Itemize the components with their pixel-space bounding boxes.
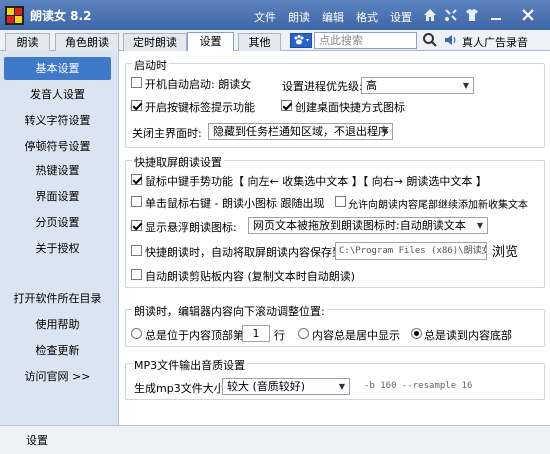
close-action-select[interactable]: 隐藏到任务栏通知区域，不退出程序 ▼ <box>208 123 393 140</box>
settings-gear-icon[interactable] <box>443 7 459 23</box>
priority-select[interactable]: 高 ▼ <box>361 77 474 94</box>
desktop-shortcut-checkbox[interactable] <box>281 100 292 111</box>
menu-settings[interactable]: 设置 <box>390 9 412 25</box>
chevron-down-icon: ▼ <box>462 81 470 90</box>
tab-timed-read[interactable]: 定时朗读 <box>123 33 187 51</box>
gesture-checkbox[interactable] <box>131 174 142 185</box>
speaker-icon <box>445 35 456 45</box>
status-text: 设置 <box>26 434 48 447</box>
key-tip-label: 开启按键标签提示功能 <box>145 101 255 114</box>
quick-save-label: 快捷朗读时，自动将取屏朗读内容保存到: <box>145 246 347 259</box>
search-input[interactable] <box>314 32 417 49</box>
app-logo-icon <box>5 6 24 25</box>
minimize-icon[interactable] <box>488 7 504 23</box>
tab-read[interactable]: 朗读 <box>5 33 50 51</box>
float-icon-label: 显示悬浮朗读图标: <box>145 221 237 234</box>
search-icon[interactable] <box>422 32 438 48</box>
scroll-center-radio[interactable] <box>298 328 309 339</box>
skin-paw-button[interactable] <box>290 33 312 48</box>
sidebar-item-paging[interactable]: 分页设置 <box>4 211 111 234</box>
sidebar-item-license[interactable]: 关于授权 <box>4 237 111 260</box>
startup-group: 启动时 开机自动启动: 朗读女 设置进程优先级: 高 ▼ 开启按键标签提示功能 创… <box>125 57 545 148</box>
startup-group-title: 启动时 <box>132 57 169 73</box>
float-icon-checkbox[interactable] <box>131 220 142 231</box>
chevron-down-icon: ▼ <box>476 221 484 230</box>
priority-label: 设置进程优先级: <box>282 80 363 93</box>
float-icon-select[interactable]: 网页文本被拖放到朗读图标时:自动朗读文本 ▼ <box>248 217 488 234</box>
sidebar-item-hotkeys[interactable]: 热键设置 <box>4 159 111 182</box>
close-action-label: 关闭主界面时: <box>132 127 202 140</box>
close-icon[interactable] <box>520 7 536 23</box>
sidebar: 基本设置 发音人设置 转义字符设置 停顿符号设置 热键设置 界面设置 分页设置 … <box>0 51 119 425</box>
scroll-position-group: 朗读时，编辑器内容向下滚动调整位置: 总是位于内容顶部第 1 行 内容总是居中显… <box>125 303 545 347</box>
screen-read-group-title: 快捷取屏朗读设置 <box>132 154 224 170</box>
status-bar: 设置 <box>0 425 550 454</box>
rightclick-icon-checkbox[interactable] <box>131 196 142 207</box>
paw-icon <box>294 35 309 45</box>
sidebar-item-basic[interactable]: 基本设置 <box>4 57 111 80</box>
menu-format[interactable]: 格式 <box>356 9 378 25</box>
menu-edit[interactable]: 编辑 <box>322 9 344 25</box>
scroll-position-group-title: 朗读时，编辑器内容向下滚动调整位置: <box>132 303 327 319</box>
mp3-params-text: -b 160 --resample 16 <box>364 381 473 391</box>
menu-file[interactable]: 文件 <box>254 9 276 25</box>
key-tip-checkbox[interactable] <box>131 100 142 111</box>
scroll-top-line-unit: 行 <box>274 329 285 342</box>
tab-other[interactable]: 其他 <box>238 33 281 51</box>
tab-role-read[interactable]: 角色朗读 <box>55 33 119 51</box>
shirt-icon[interactable] <box>464 7 480 23</box>
auto-start-label: 开机自动启动: 朗读女 <box>145 78 252 91</box>
mp3-size-label: 生成mp3文件大小: <box>134 382 229 395</box>
browse-button[interactable]: 浏览 <box>492 241 518 260</box>
ad-record-link[interactable]: 真人广告录音 <box>462 34 528 50</box>
sidebar-item-pause-symbols[interactable]: 停顿符号设置 <box>4 135 111 158</box>
mp3-quality-group: MP3文件输出音质设置 生成mp3文件大小: 较大 (音质较好) ▼ -b 160… <box>125 357 545 400</box>
gesture-label: 鼠标中键手势功能【 向左← 收集选中文本 】【 向右→ 朗读选中文本 】 <box>145 175 487 188</box>
sidebar-item-interface[interactable]: 界面设置 <box>4 185 111 208</box>
desktop-shortcut-label: 创建桌面快捷方式图标 <box>295 101 405 114</box>
screen-read-group: 快捷取屏朗读设置 鼠标中键手势功能【 向左← 收集选中文本 】【 向右→ 朗读选… <box>125 154 545 288</box>
home-icon[interactable] <box>422 7 438 23</box>
sidebar-item-voice[interactable]: 发音人设置 <box>4 83 111 106</box>
check-update-link[interactable]: 检查更新 <box>4 339 111 362</box>
mp3-size-select[interactable]: 较大 (音质较好) ▼ <box>222 378 350 395</box>
menu-read[interactable]: 朗读 <box>288 9 310 25</box>
mp3-quality-group-title: MP3文件输出音质设置 <box>132 357 248 373</box>
chevron-down-icon: ▼ <box>338 382 346 391</box>
chevron-down-icon: ▼ <box>381 127 389 136</box>
clipboard-read-checkbox[interactable] <box>131 269 142 280</box>
append-text-checkbox[interactable] <box>335 196 346 207</box>
tab-settings[interactable]: 设置 <box>187 32 234 51</box>
append-text-label: 允许向朗读内容尾部继续添加新收集文本 <box>348 200 528 211</box>
title-bar: 朗读女 8.2 文件 朗读 编辑 格式 设置 <box>0 0 550 30</box>
rightclick-icon-label: 单击鼠标右键 - 朗读小图标 跟随出现 <box>145 197 325 210</box>
scroll-bottom-radio[interactable] <box>411 328 422 339</box>
scroll-bottom-label: 总是读到内容底部 <box>424 329 512 342</box>
scroll-top-line-input[interactable]: 1 <box>242 325 270 342</box>
quick-save-checkbox[interactable] <box>131 245 142 256</box>
sidebar-item-escape-chars[interactable]: 转义字符设置 <box>4 109 111 132</box>
auto-start-checkbox[interactable] <box>131 77 142 88</box>
app-title: 朗读女 8.2 <box>30 9 92 23</box>
scroll-top-radio[interactable] <box>131 328 142 339</box>
settings-panel: 启动时 开机自动启动: 朗读女 设置进程优先级: 高 ▼ 开启按键标签提示功能 创… <box>119 51 550 425</box>
help-link[interactable]: 使用帮助 <box>4 313 111 336</box>
quick-save-path-field[interactable]: C:\Program Files (x86)\朗读女\ <box>335 242 487 260</box>
visit-website-link[interactable]: 访问官网 >> <box>4 365 111 388</box>
scroll-top-label: 总是位于内容顶部第 <box>145 329 244 342</box>
open-install-dir-link[interactable]: 打开软件所在目录 <box>4 287 111 310</box>
scroll-center-label: 内容总是居中显示 <box>312 329 400 342</box>
clipboard-read-label: 自动朗读剪贴板内容 (复制文本时自动朗读) <box>145 270 356 283</box>
